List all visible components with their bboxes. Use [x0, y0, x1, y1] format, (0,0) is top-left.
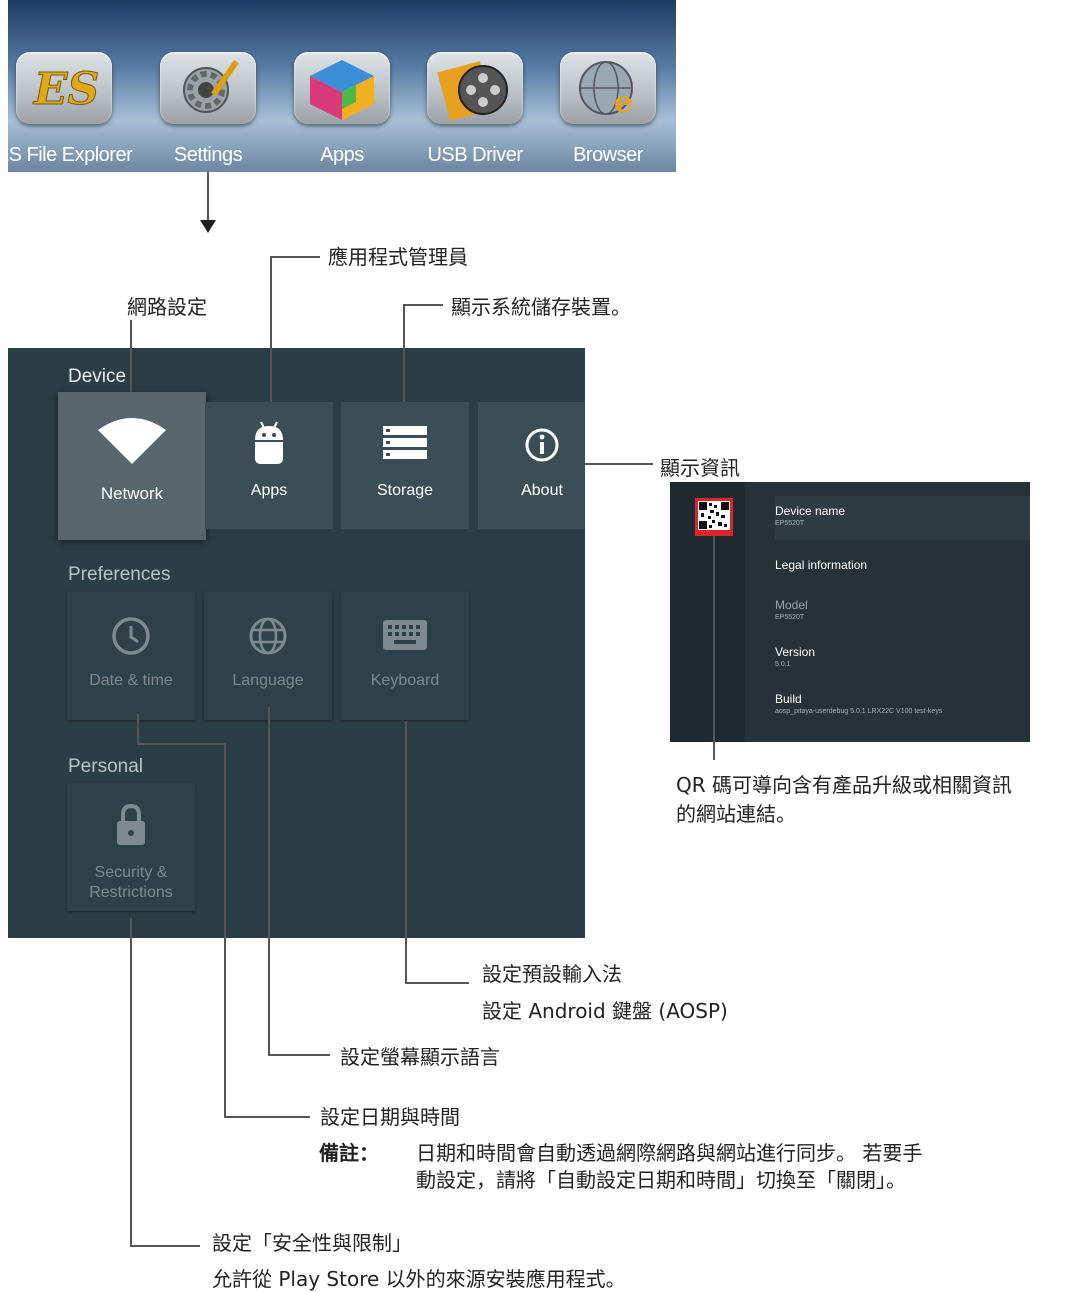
annotation-note-label: 備註：: [319, 1141, 379, 1165]
about-info-panel: Device name EP5520T Legal information Mo…: [670, 482, 1030, 742]
tile-language[interactable]: Language: [204, 592, 332, 720]
app-launcher-bar: ES ES File Explorer Settings Apps USB Dr…: [8, 0, 676, 172]
tile-label: Date & time: [89, 672, 173, 689]
section-device: Device: [68, 366, 127, 387]
tile-label: Apps: [250, 482, 288, 499]
about-row-title: Build: [775, 692, 802, 706]
tile-label: Language: [232, 672, 304, 689]
callout-line: [270, 256, 320, 258]
apps-cube-icon: [294, 52, 390, 124]
annotation-qr-line2: 的網站連結。: [676, 802, 796, 826]
about-row-value: 5.0.1: [775, 661, 791, 668]
about-row-title: Device name: [775, 504, 846, 518]
section-preferences: Preferences: [68, 564, 171, 585]
callout-line: [224, 743, 226, 1117]
svg-text:ES: ES: [32, 64, 99, 115]
android-icon: [255, 421, 283, 464]
callout-line: [403, 304, 405, 402]
about-row-title: Legal information: [775, 558, 868, 572]
clock-icon: [112, 617, 150, 655]
tile-keyboard[interactable]: Keyboard: [341, 592, 469, 720]
launcher-label: Browser: [573, 144, 643, 166]
qr-code-icon: [695, 498, 733, 536]
callout-line: [403, 304, 443, 306]
launcher-es-file-explorer[interactable]: ES ES File Explorer: [8, 0, 133, 172]
callout-line: [405, 721, 407, 983]
callout-line: [137, 714, 139, 744]
callout-line: [713, 536, 715, 760]
browser-globe-icon: e: [560, 52, 656, 124]
launcher-apps[interactable]: Apps: [280, 0, 404, 172]
annotation-keyboard-line2: 設定 Android 鍵盤 (AOSP): [482, 999, 728, 1023]
arrow-line: [207, 172, 209, 222]
callout-line: [130, 320, 132, 392]
keyboard-icon: [383, 620, 427, 650]
settings-panel: Device Network Apps Storage About Prefer…: [8, 348, 585, 938]
annotation-security-line1: 設定「安全性與限制」: [212, 1231, 412, 1255]
about-row-title: Model: [775, 598, 808, 612]
usb-film-reel-icon: [427, 52, 523, 124]
wifi-icon: [98, 418, 166, 464]
tile-label: Storage: [376, 482, 434, 499]
globe-icon: [249, 617, 287, 655]
callout-line: [270, 256, 272, 402]
tile-date-time[interactable]: Date & time: [67, 592, 195, 720]
annotation-apps-manager: 應用程式管理員: [328, 245, 468, 269]
about-row-title: Version: [775, 645, 816, 659]
callout-line: [130, 918, 132, 1246]
annotation-datetime: 設定日期與時間: [320, 1105, 460, 1129]
settings-gear-icon: [160, 52, 256, 124]
tile-label: Security & Restrictions: [67, 863, 195, 903]
tile-label: About: [521, 482, 563, 499]
annotation-security-line2: 允許從 Play Store 以外的來源安裝應用程式。: [212, 1267, 626, 1291]
annotation-about: 顯示資訊: [660, 456, 740, 480]
annotation-qr-line1: QR 碼可導向含有產品升級或相關資訊: [676, 773, 1012, 797]
section-personal: Personal: [68, 756, 143, 777]
launcher-browser[interactable]: e Browser: [546, 0, 670, 172]
about-row-value: EP5520T: [775, 614, 805, 621]
annotation-note-line2: 動設定，請將「自動設定日期和時間」切換至「關閉」。: [416, 1168, 906, 1192]
annotation-network: 網路設定: [127, 295, 207, 319]
callout-line: [224, 1116, 310, 1118]
storage-icon: [383, 426, 427, 459]
launcher-label: USB Driver: [427, 144, 523, 166]
annotation-storage: 顯示系統儲存裝置。: [451, 295, 631, 319]
callout-line: [268, 707, 270, 1055]
about-row-value: aosp_pitaya-userdebug 5.0.1 LRX22C V100 …: [775, 708, 943, 715]
launcher-label: ES File Explorer: [8, 144, 133, 166]
about-row-build[interactable]: Build aosp_pitaya-userdebug 5.0.1 LRX22C…: [775, 692, 942, 715]
callout-line: [137, 743, 225, 745]
about-row-version[interactable]: Version 5.0.1: [775, 645, 815, 668]
about-row-value: EP5520T: [775, 520, 805, 527]
down-arrow-icon: [200, 220, 216, 233]
launcher-label: Settings: [173, 144, 243, 166]
tile-network[interactable]: Network: [58, 392, 206, 540]
tile-label: Network: [100, 484, 164, 503]
tile-storage[interactable]: Storage: [341, 402, 469, 529]
callout-line: [405, 982, 469, 984]
annotation-language: 設定螢幕顯示語言: [340, 1045, 500, 1069]
about-row-device-name[interactable]: Device name EP5520T: [775, 504, 845, 527]
callout-line: [130, 1245, 200, 1247]
svg-text:e: e: [614, 85, 633, 120]
about-row-legal[interactable]: Legal information: [775, 558, 867, 572]
tile-label-line: Security &: [94, 864, 168, 881]
es-file-explorer-icon: ES: [16, 52, 112, 124]
info-icon: [525, 428, 559, 462]
annotation-keyboard-line1: 設定預設輸入法: [482, 962, 622, 986]
tile-label: Keyboard: [370, 672, 440, 689]
about-row-model: Model EP5520T: [775, 598, 808, 621]
tile-apps[interactable]: Apps: [205, 402, 333, 529]
lock-icon: [117, 803, 145, 845]
launcher-label: Apps: [320, 144, 364, 166]
tile-label-line: Restrictions: [89, 884, 173, 901]
launcher-settings[interactable]: Settings: [146, 0, 270, 172]
annotation-note-line1: 日期和時間會自動透過網際網路與網站進行同步。 若要手: [416, 1141, 923, 1165]
callout-line: [268, 1054, 330, 1056]
callout-line: [585, 463, 653, 465]
tile-about[interactable]: About: [478, 402, 585, 529]
tile-security-restrictions[interactable]: Security & Restrictions: [67, 783, 195, 911]
launcher-usb-driver[interactable]: USB Driver: [413, 0, 537, 172]
